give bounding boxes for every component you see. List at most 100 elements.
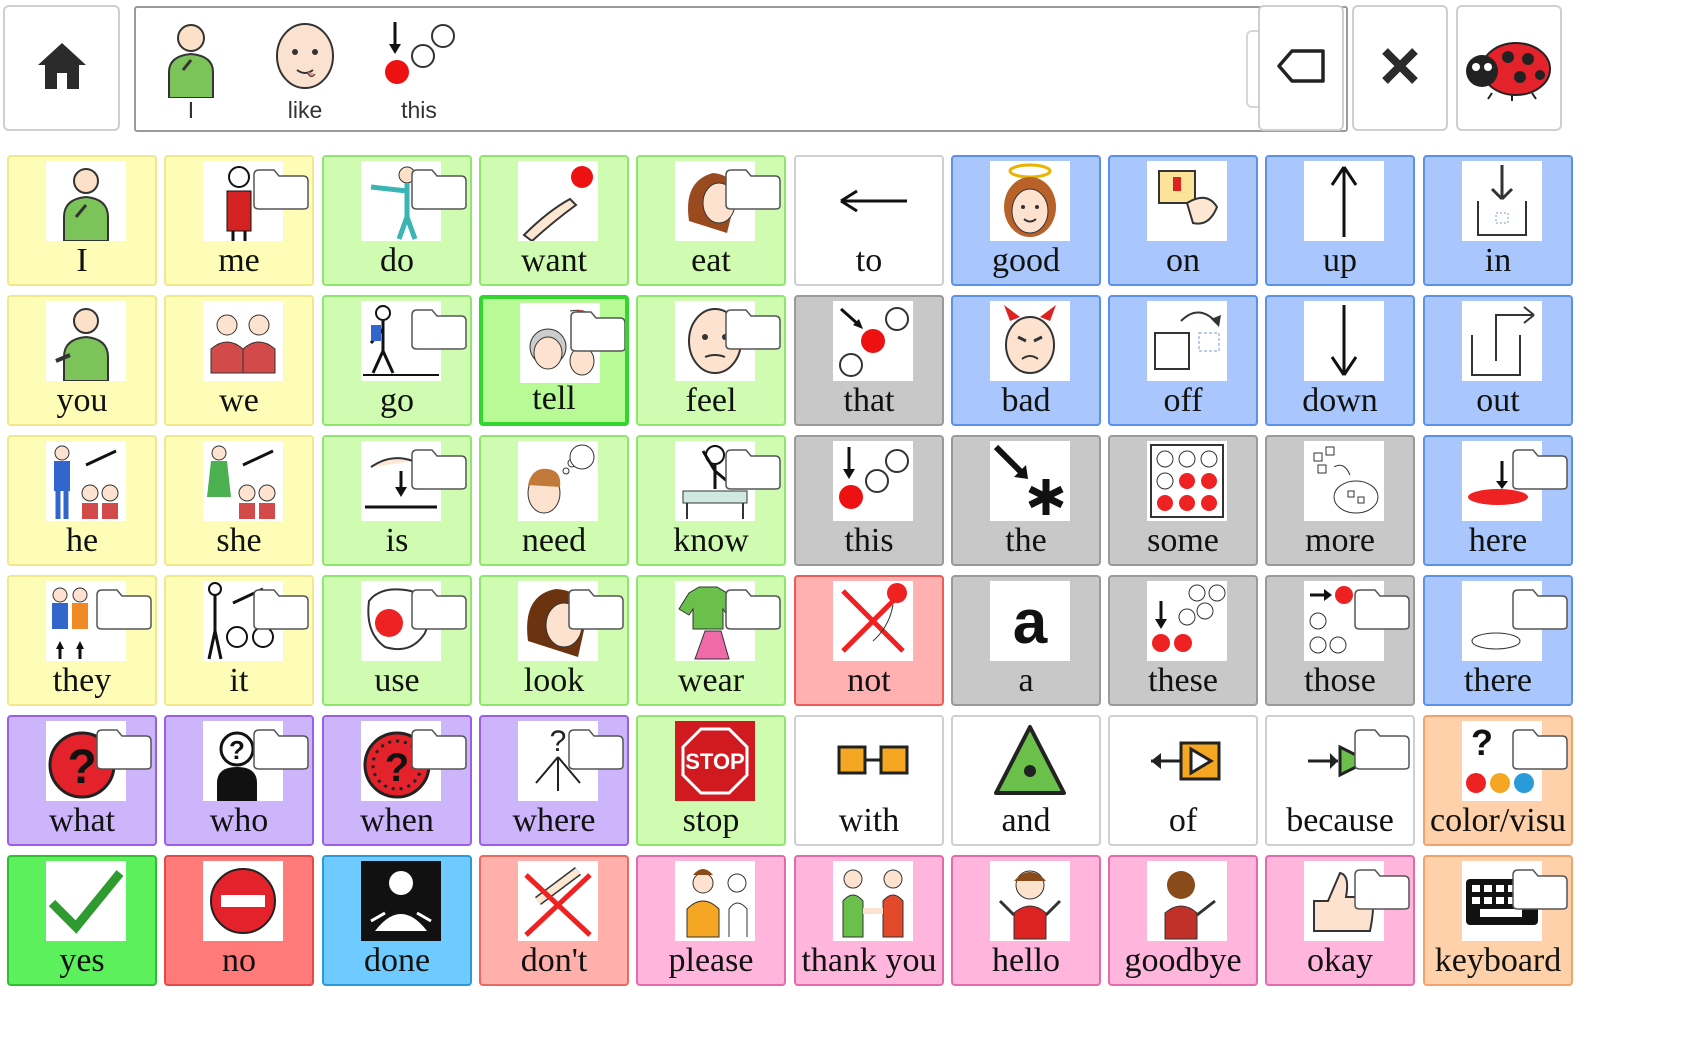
face-licking-icon	[276, 23, 334, 89]
cell-okay[interactable]: okay	[1265, 855, 1415, 986]
cell-go[interactable]: go	[322, 295, 472, 426]
cell-bad[interactable]: bad	[951, 295, 1101, 426]
folder-icon	[567, 587, 625, 631]
clear-button[interactable]	[1352, 5, 1448, 131]
cell-a[interactable]: aa	[951, 575, 1101, 706]
folder-icon	[95, 587, 153, 631]
cell-because[interactable]: because	[1265, 715, 1415, 846]
cell-she[interactable]: she	[164, 435, 314, 566]
cell-stop[interactable]: STOP stop	[636, 715, 786, 846]
cell-that[interactable]: that	[794, 295, 944, 426]
backspace-button[interactable]	[1258, 5, 1344, 131]
cell-what[interactable]: ? what	[7, 715, 157, 846]
man-pointed-icon	[46, 441, 126, 521]
no-entry-icon	[203, 861, 283, 941]
cell-look[interactable]: look	[479, 575, 629, 706]
cell-keyboard[interactable]: keyboard	[1423, 855, 1573, 986]
cell-yes[interactable]: yes	[7, 855, 157, 986]
cell-those[interactable]: those	[1265, 575, 1415, 706]
svg-text:?: ?	[550, 725, 567, 758]
cell-on[interactable]: on	[1108, 155, 1258, 286]
folder-icon	[1511, 867, 1569, 911]
cell-no[interactable]: no	[164, 855, 314, 986]
cell-need[interactable]: need	[479, 435, 629, 566]
cell-and[interactable]: and	[951, 715, 1101, 846]
cell-i[interactable]: I	[7, 155, 157, 286]
cell-thank-you[interactable]: thank you	[794, 855, 944, 986]
cell-good[interactable]: good	[951, 155, 1101, 286]
cell-know[interactable]: know	[636, 435, 786, 566]
cell-you[interactable]: you	[7, 295, 157, 426]
cell-not[interactable]: not	[794, 575, 944, 706]
cell-label: keyboard	[1434, 942, 1562, 979]
cell-label: there	[1464, 662, 1532, 699]
cell-wear[interactable]: wear	[636, 575, 786, 706]
cell-some[interactable]: some	[1108, 435, 1258, 566]
cell-it[interactable]: it	[164, 575, 314, 706]
cell-want[interactable]: want	[479, 155, 629, 286]
cell-label: tell	[532, 380, 576, 417]
cell-label: I	[76, 242, 88, 279]
devil-face-icon	[990, 301, 1070, 381]
cell-me[interactable]: me	[164, 155, 314, 286]
cell-goodbye[interactable]: goodbye	[1108, 855, 1258, 986]
cell-label: eat	[691, 242, 731, 279]
this-arrow-circles-icon	[833, 441, 913, 521]
cell-label: a	[1018, 662, 1034, 699]
woman-pointed-icon	[203, 441, 283, 521]
asterisk-arrow-icon	[990, 441, 1070, 521]
cell-label: feel	[685, 382, 737, 419]
sentence-bar[interactable]: I like this	[134, 6, 1348, 132]
cell-feel[interactable]: feel	[636, 295, 786, 426]
cell-more[interactable]: more	[1265, 435, 1415, 566]
cell-these[interactable]: these	[1108, 575, 1258, 706]
cell-label: bad	[1001, 382, 1051, 419]
ladybug-icon	[1462, 31, 1556, 106]
cell-color-visu[interactable]: ? color/visu	[1423, 715, 1573, 846]
cell-eat[interactable]: eat	[636, 155, 786, 286]
cell-do[interactable]: do	[322, 155, 472, 286]
cell-out[interactable]: out	[1423, 295, 1573, 426]
svg-text:?: ?	[229, 735, 245, 765]
cell-is[interactable]: is	[322, 435, 472, 566]
cell-off[interactable]: off	[1108, 295, 1258, 426]
cell-label: of	[1168, 802, 1198, 839]
cell-label: because	[1286, 802, 1394, 839]
cell-use[interactable]: use	[322, 575, 472, 706]
cell-who[interactable]: ? who	[164, 715, 314, 846]
dont-cross-icon	[518, 861, 598, 941]
cell-tell[interactable]: tell	[479, 295, 629, 426]
home-button[interactable]	[3, 5, 120, 131]
triangle-dot-icon	[990, 721, 1070, 801]
cell-label: don't	[520, 942, 588, 979]
sentence-word-i[interactable]: I	[146, 16, 236, 128]
cell-up[interactable]: up	[1265, 155, 1415, 286]
cell-of[interactable]: of	[1108, 715, 1258, 846]
cell-when[interactable]: ? when	[322, 715, 472, 846]
sentence-word-like[interactable]: like	[260, 16, 350, 128]
cell-to[interactable]: to	[794, 155, 944, 286]
cell-there[interactable]: there	[1423, 575, 1573, 706]
cell-in[interactable]: in	[1423, 155, 1573, 286]
cell-done[interactable]: done	[322, 855, 472, 986]
cell-down[interactable]: down	[1265, 295, 1415, 426]
these-circles-icon	[1147, 581, 1227, 661]
cell-please[interactable]: please	[636, 855, 786, 986]
cell-they[interactable]: they	[7, 575, 157, 706]
cell-here[interactable]: here	[1423, 435, 1573, 566]
cell-label: you	[56, 382, 108, 419]
sentence-word-this[interactable]: this	[374, 16, 464, 128]
mascot-button[interactable]	[1456, 5, 1562, 131]
cell-this[interactable]: this	[794, 435, 944, 566]
cell-where[interactable]: ? where	[479, 715, 629, 846]
folder-icon	[724, 307, 782, 351]
cell-the[interactable]: the	[951, 435, 1101, 566]
folder-icon	[569, 309, 625, 353]
cell-with[interactable]: with	[794, 715, 944, 846]
arrow-out-box-icon	[1462, 301, 1542, 381]
cell-we[interactable]: we	[164, 295, 314, 426]
cell-hello[interactable]: hello	[951, 855, 1101, 986]
cell-don-t[interactable]: don't	[479, 855, 629, 986]
cell-he[interactable]: he	[7, 435, 157, 566]
cell-label: on	[1166, 242, 1200, 279]
